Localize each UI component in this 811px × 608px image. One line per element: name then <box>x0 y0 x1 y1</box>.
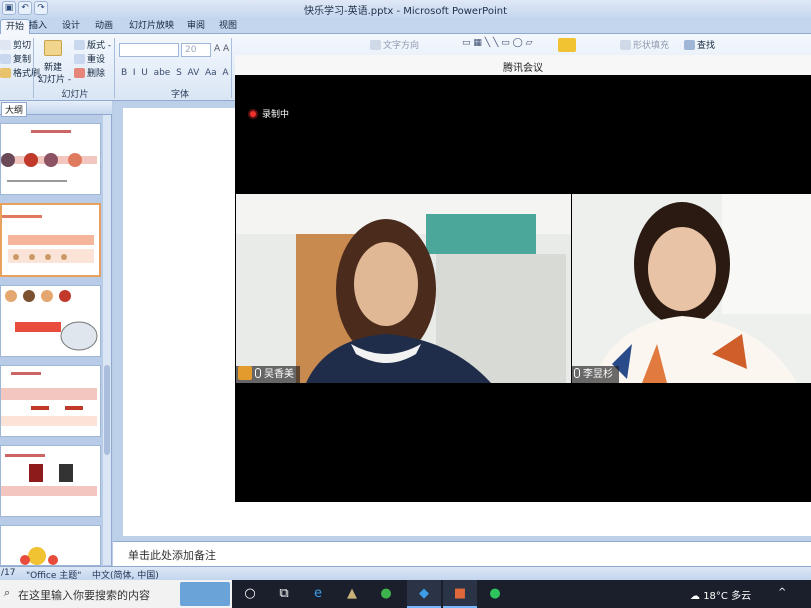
group-label-slides: 幻灯片 <box>61 90 89 100</box>
slide-thumbnail[interactable] <box>0 123 101 195</box>
layout-button[interactable]: 版式 - <box>74 38 111 51</box>
video-frame-2 <box>572 194 811 383</box>
outline-tab[interactable]: 大纲 <box>1 102 28 117</box>
text-direction-icon <box>370 40 381 50</box>
app-icon-green[interactable]: ● <box>369 580 403 608</box>
task-view-icon[interactable]: ⧉ <box>267 580 301 608</box>
tab-view[interactable]: 视图 <box>214 19 242 34</box>
shape-gallery[interactable]: ▭ ▦ ╲ ╲ ▭ ◯ ▱ <box>462 38 533 48</box>
cortana-icon[interactable]: ○ <box>233 580 267 608</box>
participant-video-2[interactable]: 李昱杉 <box>572 194 811 383</box>
record-dot-icon <box>250 111 256 117</box>
font-size-box[interactable]: 20 <box>181 43 211 57</box>
slide-thumbnail[interactable] <box>0 285 101 357</box>
font-format-icons[interactable]: B I U abe S AV Aa A <box>121 68 229 78</box>
reset-button[interactable]: 重设 <box>74 52 105 65</box>
slide-thumbnail[interactable] <box>0 445 101 517</box>
cloud-icon: ☁ <box>690 591 700 602</box>
status-bar: /17 "Office 主题" 中文(简体, 中国) <box>0 566 811 581</box>
scrollbar-thumb[interactable] <box>104 365 110 455</box>
scissors-icon <box>0 40 11 50</box>
tab-review[interactable]: 审阅 <box>182 19 210 34</box>
video-frame-1 <box>236 194 571 383</box>
format-painter-button[interactable]: 格式刷 <box>0 66 40 79</box>
microphone-icon <box>574 368 580 378</box>
search-icon: ⌕ <box>4 586 11 599</box>
group-label-font: 字体 <box>170 90 189 100</box>
ribbon-tabs: 开始 插入 设计 动画 幻灯片放映 审阅 视图 <box>0 17 811 34</box>
slide-thumbnail-selected[interactable] <box>0 203 101 277</box>
notes-pane[interactable]: 单击此处添加备注 <box>113 541 811 566</box>
windows-taskbar: ⌕ 在这里输入你要搜索的内容 ○ ⧉ e ▲ ● ◆ ■ ● ☁ 18°C 多云… <box>0 580 811 608</box>
meeting-window: 腾讯会议 录制中 吴香美 李昱杉 <box>235 55 811 502</box>
slide-counter: /17 <box>1 568 16 578</box>
paint-bucket-icon <box>620 40 631 50</box>
taskbar-search-box[interactable]: ⌕ 在这里输入你要搜索的内容 <box>0 580 232 608</box>
new-slide-icon[interactable] <box>44 40 62 56</box>
thumb-graphic <box>1 372 97 426</box>
tray-chevron-icon[interactable]: ^ <box>778 587 786 598</box>
thumb-graphic <box>1 454 97 496</box>
participant-video-1[interactable]: 吴香美 <box>236 194 571 383</box>
slide-thumbnail[interactable] <box>0 365 101 437</box>
window-title: 快乐学习-英语.pptx - Microsoft PowerPoint <box>303 6 508 17</box>
slides-pane: 大纲 <box>0 101 112 566</box>
cut-button[interactable]: 剪切 <box>0 38 31 51</box>
slide-thumbnail[interactable] <box>0 525 101 566</box>
meeting-title-bar[interactable]: 腾讯会议 <box>235 55 811 75</box>
tab-design[interactable]: 设计 <box>57 19 85 34</box>
tab-slideshow[interactable]: 幻灯片放映 <box>124 19 179 34</box>
copy-icon <box>0 54 11 64</box>
search-highlight-image <box>180 582 230 606</box>
binoculars-icon <box>684 40 695 50</box>
shape-fill-button[interactable]: 形状填充 <box>620 38 669 51</box>
outline-tab-bar: 大纲 <box>0 101 112 117</box>
font-name-box[interactable] <box>119 43 179 57</box>
participant-name-tag: 吴香美 <box>236 366 300 383</box>
edge-browser-icon[interactable]: e <box>301 580 335 608</box>
copy-button[interactable]: 复制 <box>0 52 31 65</box>
tab-insert[interactable]: 插入 <box>24 19 52 34</box>
avatar-icon <box>238 366 252 380</box>
tab-animation[interactable]: 动画 <box>90 19 118 34</box>
notes-placeholder: 单击此处添加备注 <box>128 549 216 562</box>
powerpoint-taskbar-icon[interactable]: ■ <box>443 580 477 608</box>
microphone-icon <box>255 368 261 378</box>
wechat-icon[interactable]: ● <box>478 580 512 608</box>
text-direction-button[interactable]: 文字方向 <box>370 38 419 51</box>
font-grow-icons[interactable]: A A <box>214 44 229 54</box>
arrange-icon[interactable] <box>558 38 576 52</box>
app-icon-hat[interactable]: ▲ <box>335 580 369 608</box>
recording-indicator[interactable]: 录制中 <box>250 107 289 120</box>
thumb-graphic <box>1 130 97 182</box>
search-placeholder: 在这里输入你要搜索的内容 <box>18 589 150 602</box>
delete-icon <box>74 68 85 78</box>
layout-icon <box>74 40 85 50</box>
thumb-graphic <box>20 547 58 565</box>
new-slide-label-2[interactable]: 幻灯片 - <box>38 72 71 85</box>
participant-name-tag: 李昱杉 <box>572 366 619 383</box>
title-bar: ▣ ↶ ↷ 快乐学习-英语.pptx - Microsoft PowerPoin… <box>0 0 811 17</box>
weather-widget[interactable]: ☁ 18°C 多云 <box>690 587 751 602</box>
reset-icon <box>74 54 85 64</box>
meeting-title: 腾讯会议 <box>503 63 543 74</box>
thumb-graphic <box>2 215 94 263</box>
tencent-meeting-taskbar-icon[interactable]: ◆ <box>407 580 441 608</box>
delete-button[interactable]: 删除 <box>74 66 105 79</box>
find-button[interactable]: 查找 <box>684 38 715 51</box>
thumb-graphic <box>5 290 98 351</box>
thumbnail-scrollbar[interactable] <box>103 115 111 565</box>
brush-icon <box>0 68 11 78</box>
